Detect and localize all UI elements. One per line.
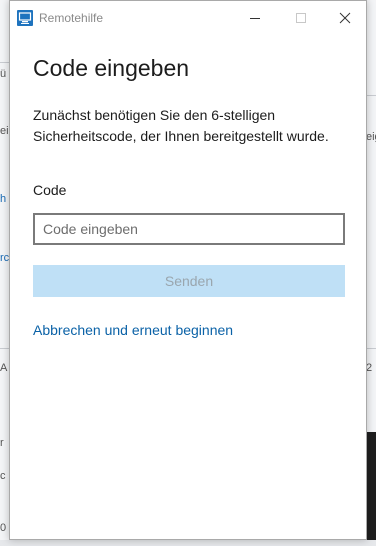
code-label: Code <box>33 182 67 198</box>
title-bar[interactable]: Remotehilfe <box>10 1 366 35</box>
send-button[interactable]: Senden <box>33 265 345 297</box>
remote-assistance-icon <box>17 10 33 26</box>
background-bottom-strip <box>0 540 376 546</box>
maximize-icon <box>296 13 306 23</box>
background-text: h <box>0 193 7 205</box>
background-text: c <box>0 470 6 482</box>
minimize-button[interactable] <box>232 1 278 35</box>
close-icon <box>339 12 351 24</box>
remote-assistance-window: Remotehilfe Code eingeben Zunächst benöt… <box>9 0 367 540</box>
background-text: A <box>0 362 8 374</box>
background-divider <box>366 348 376 349</box>
cancel-restart-link[interactable]: Abbrechen und erneut beginnen <box>33 322 233 338</box>
window-title: Remotehilfe <box>39 11 104 25</box>
maximize-button[interactable] <box>278 1 324 35</box>
minimize-icon <box>250 18 260 19</box>
background-dark-panel <box>366 432 376 546</box>
close-button[interactable] <box>322 1 368 35</box>
background-text: rc <box>0 252 10 264</box>
instruction-text: Zunächst benötigen Sie den 6-stelligen S… <box>33 107 329 144</box>
background-text: ei <box>0 125 9 137</box>
background-text: 0 <box>0 522 7 534</box>
background-text: eig <box>366 131 376 143</box>
page-title: Code eingeben <box>33 55 190 81</box>
code-input[interactable] <box>33 213 345 245</box>
background-text: ü <box>0 68 7 80</box>
background-divider <box>366 95 376 96</box>
background-text: r <box>0 437 4 449</box>
